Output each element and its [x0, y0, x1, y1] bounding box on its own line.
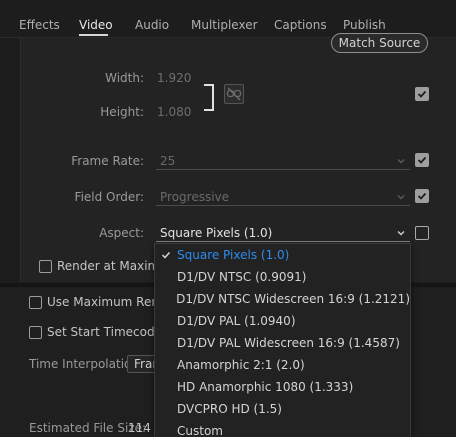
- aspect-option-label: HD Anamorphic 1080 (1.333): [177, 380, 354, 394]
- render-max-depth-checkbox[interactable]: [39, 259, 52, 273]
- aspect-option-label: D1/DV NTSC Widescreen 16:9 (1.2121): [176, 292, 410, 306]
- aspect-option-d1dv-pal[interactable]: D1/DV PAL (1.0940): [155, 310, 410, 332]
- field-order-select[interactable]: Progressive: [156, 188, 410, 206]
- aspect-option-label: D1/DV PAL (1.0940): [177, 314, 296, 328]
- tab-audio[interactable]: Audio: [135, 18, 169, 32]
- tab-effects[interactable]: Effects: [19, 18, 60, 32]
- field-order-value: Progressive: [160, 189, 230, 204]
- chain-link-broken-icon: [226, 87, 242, 101]
- tab-captions[interactable]: Captions: [274, 18, 327, 32]
- frame-rate-value: 25: [160, 153, 176, 168]
- aspect-option-anamorphic[interactable]: Anamorphic 2:1 (2.0): [155, 354, 410, 376]
- active-tab-indicator: [79, 34, 108, 36]
- tab-publish[interactable]: Publish: [343, 18, 386, 32]
- checkmark-icon: [161, 251, 171, 259]
- aspect-option-label: DVCPRO HD (1.5): [177, 402, 282, 416]
- frame-rate-label: Frame Rate:: [71, 154, 144, 168]
- time-interpolation-label: Time Interpolation:: [29, 357, 144, 371]
- aspect-option-label: D1/DV NTSC (0.9091): [177, 270, 307, 284]
- aspect-option-d1dv-pal-widescreen[interactable]: D1/DV PAL Widescreen 16:9 (1.4587): [155, 332, 410, 354]
- width-value[interactable]: 1.920: [157, 71, 191, 85]
- checkmark-icon: [417, 156, 427, 164]
- aspect-option-dvcpro-hd[interactable]: DVCPRO HD (1.5): [155, 398, 410, 420]
- aspect-option-square-pixels[interactable]: Square Pixels (1.0): [155, 244, 410, 266]
- aspect-option-label: Custom: [177, 424, 223, 437]
- chevron-down-icon: [397, 230, 405, 235]
- aspect-option-d1dv-ntsc[interactable]: D1/DV NTSC (0.9091): [155, 266, 410, 288]
- chevron-down-icon: [397, 194, 405, 199]
- dimensions-checkbox[interactable]: [415, 87, 429, 101]
- aspect-option-hd-anamorphic[interactable]: HD Anamorphic 1080 (1.333): [155, 376, 410, 398]
- aspect-select[interactable]: Square Pixels (1.0): [156, 224, 410, 242]
- use-max-render-checkbox[interactable]: [29, 295, 42, 309]
- set-start-timecode-label: Set Start Timecode: [47, 325, 162, 339]
- match-source-button[interactable]: Match Source: [331, 33, 428, 53]
- set-start-timecode-checkbox[interactable]: [29, 325, 42, 339]
- aspect-value: Square Pixels (1.0): [160, 225, 273, 240]
- field-order-checkbox[interactable]: [415, 189, 429, 203]
- width-label: Width:: [105, 71, 144, 85]
- aspect-option-d1dv-ntsc-widescreen[interactable]: D1/DV NTSC Widescreen 16:9 (1.2121): [155, 288, 410, 310]
- frame-rate-checkbox[interactable]: [415, 153, 429, 167]
- constrain-proportions-button[interactable]: [224, 84, 244, 104]
- field-order-label: Field Order:: [74, 190, 144, 204]
- aspect-dropdown-menu: Square Pixels (1.0) D1/DV NTSC (0.9091) …: [154, 243, 411, 437]
- aspect-option-custom[interactable]: Custom: [155, 420, 410, 437]
- frame-rate-select[interactable]: 25: [156, 152, 410, 170]
- chevron-down-icon: [397, 158, 405, 163]
- aspect-checkbox[interactable]: [415, 226, 429, 240]
- tab-video[interactable]: Video: [79, 18, 113, 32]
- checkmark-icon: [417, 90, 427, 98]
- aspect-option-label: D1/DV PAL Widescreen 16:9 (1.4587): [177, 336, 400, 350]
- height-value[interactable]: 1.080: [157, 105, 191, 119]
- checkmark-icon: [417, 192, 427, 200]
- tab-multiplexer[interactable]: Multiplexer: [191, 18, 258, 32]
- aspect-option-label: Square Pixels (1.0): [177, 248, 290, 262]
- dimension-link-bracket: [204, 84, 214, 111]
- aspect-option-label: Anamorphic 2:1 (2.0): [177, 358, 305, 372]
- aspect-label: Aspect:: [99, 226, 144, 240]
- height-label: Height:: [100, 105, 144, 119]
